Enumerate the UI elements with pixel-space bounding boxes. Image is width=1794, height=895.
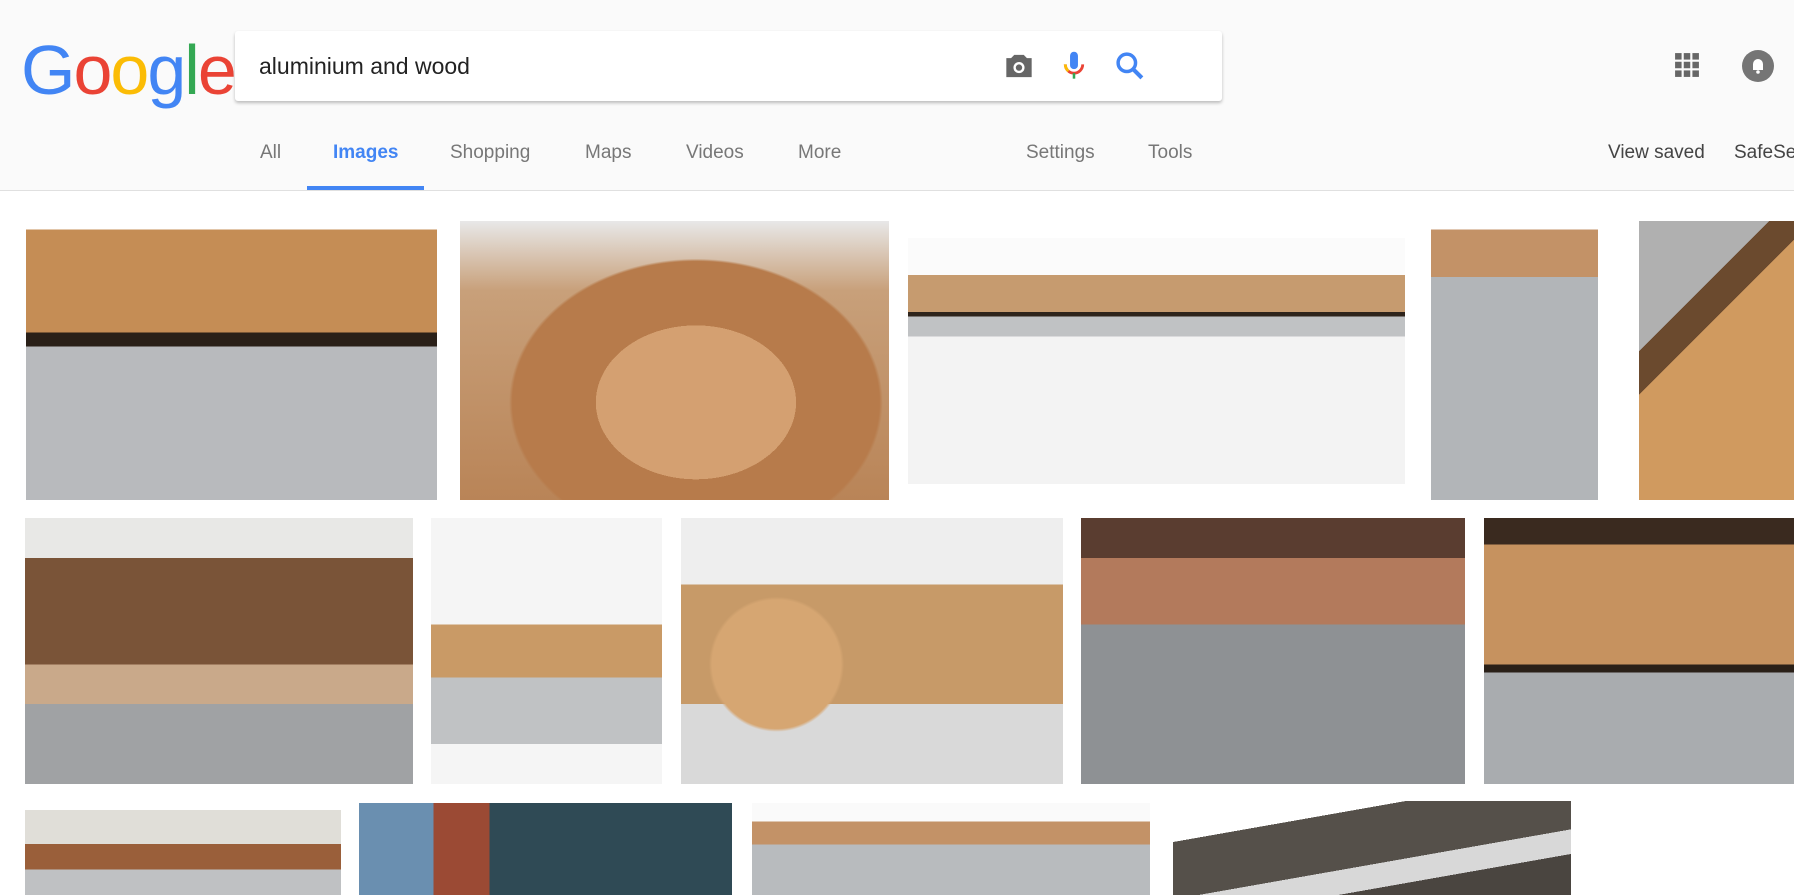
apps-grid-icon[interactable] [1674,52,1700,78]
view-saved-link[interactable]: View saved [1608,142,1705,164]
tab-settings[interactable]: Settings [1026,142,1095,164]
image-result[interactable] [26,221,437,500]
safesearch-link[interactable]: SafeSe [1734,142,1794,164]
image-result[interactable] [1173,801,1571,895]
image-result[interactable] [752,803,1150,895]
search-icon[interactable] [1111,47,1149,85]
tab-maps[interactable]: Maps [585,142,631,164]
image-result[interactable] [1431,221,1598,500]
image-result[interactable] [1484,518,1794,784]
google-logo[interactable]: Google [21,30,237,110]
image-result[interactable] [1081,518,1465,784]
header: Google All Images Shopping Maps Videos M… [0,0,1794,191]
tab-images[interactable]: Images [333,142,398,164]
microphone-icon[interactable] [1055,47,1093,85]
tab-all[interactable]: All [260,142,281,164]
image-result[interactable] [460,221,889,500]
camera-icon[interactable] [1000,47,1038,85]
image-result[interactable] [25,810,341,895]
notifications-bell-icon[interactable] [1742,50,1774,82]
image-result[interactable] [908,238,1405,484]
image-result[interactable] [431,518,662,784]
tab-shopping[interactable]: Shopping [450,142,530,164]
tab-tools[interactable]: Tools [1148,142,1192,164]
tab-more[interactable]: More [798,142,841,164]
search-input[interactable] [259,49,999,83]
image-result[interactable] [681,518,1063,784]
search-box [235,31,1222,101]
image-result[interactable] [359,803,732,895]
tab-videos[interactable]: Videos [686,142,744,164]
image-result[interactable] [25,518,413,784]
image-result[interactable] [1639,221,1794,500]
active-tab-indicator [307,186,424,190]
